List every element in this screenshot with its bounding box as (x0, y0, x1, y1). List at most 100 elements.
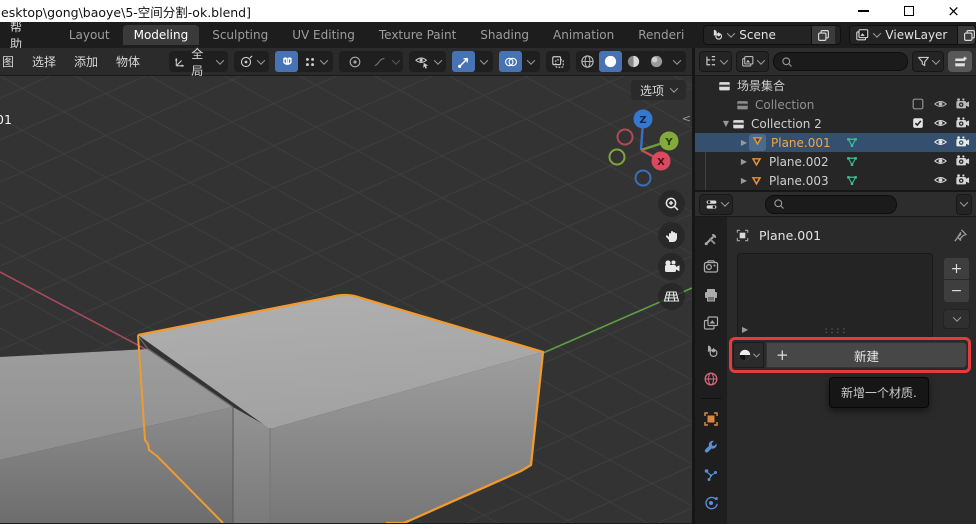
tab-modeling[interactable]: Modeling (123, 25, 200, 45)
hide-eye-toggle[interactable] (933, 116, 948, 133)
expand-arrow-icon[interactable]: ▶ (742, 325, 748, 334)
camera-view-button[interactable] (658, 253, 685, 280)
render-camera-toggle[interactable] (955, 154, 970, 171)
help-menu[interactable]: 帮助 (0, 18, 40, 52)
shading-material-button[interactable] (622, 51, 645, 72)
tab-world[interactable] (695, 365, 727, 393)
row-plane-003[interactable]: ▶ Plane.003 (695, 171, 976, 190)
exclude-checkbox[interactable] (911, 116, 925, 133)
sidebar-collapse-arrow[interactable]: < (682, 112, 691, 125)
selectability-dropdown[interactable] (409, 51, 446, 72)
viewlayer-duplicate-button[interactable] (957, 26, 976, 44)
hide-eye-toggle[interactable] (933, 135, 948, 152)
tab-tool[interactable] (695, 225, 727, 253)
ortho-toggle-button[interactable] (658, 283, 685, 310)
tab-modifiers[interactable] (695, 433, 727, 461)
shading-rendered-button[interactable] (645, 51, 668, 72)
row-collection-2[interactable]: ▼ Collection 2 (695, 114, 976, 133)
viewport-3d[interactable]: Z Y X 01 选项 < (0, 76, 692, 523)
render-camera-toggle[interactable] (955, 135, 970, 152)
show-gizmo-toggle[interactable] (452, 51, 475, 72)
gizmo-neg-z-axis[interactable] (636, 171, 651, 186)
row-plane-002[interactable]: ▶ Plane.002 (695, 152, 976, 171)
remove-material-slot-button[interactable]: − (943, 280, 970, 303)
row-plane-001[interactable]: ▶ Plane.001 (695, 133, 976, 152)
expand-arrow-icon[interactable]: ▼ (721, 119, 731, 128)
select-menu[interactable]: 选择 (23, 53, 65, 70)
snap-target-dropdown[interactable] (298, 51, 321, 72)
outliner-filter-dropdown[interactable] (912, 51, 944, 72)
render-camera-toggle[interactable] (955, 173, 970, 190)
tab-texture-paint[interactable]: Texture Paint (368, 25, 467, 45)
zoom-button[interactable] (658, 190, 685, 217)
tab-scene[interactable] (695, 337, 727, 365)
gizmo-neg-y-axis[interactable] (610, 150, 625, 165)
properties-search-input[interactable] (765, 195, 897, 214)
pivot-dropdown[interactable] (234, 51, 269, 72)
chevron-down-icon (757, 56, 765, 64)
hide-eye-toggle[interactable] (933, 173, 948, 190)
close-button[interactable]: × (931, 0, 976, 22)
viewlayer-browse-button[interactable] (850, 26, 885, 44)
view-menu[interactable]: 图 (0, 53, 23, 70)
scene-unlink-button[interactable]: × (835, 28, 841, 42)
row-collection[interactable]: Collection (695, 95, 976, 114)
tab-render[interactable] (695, 253, 727, 281)
outliner-search-input[interactable] (773, 52, 908, 71)
hide-eye-toggle[interactable] (933, 97, 948, 114)
object-menu[interactable]: 物体 (107, 53, 149, 70)
slot-specials-dropdown[interactable] (943, 309, 970, 329)
show-overlays-toggle[interactable] (499, 51, 522, 72)
tab-uv-editing[interactable]: UV Editing (281, 25, 366, 45)
expand-arrow-icon[interactable]: ▶ (739, 176, 749, 185)
viewlayer-name[interactable]: ViewLayer (885, 28, 957, 42)
scene-name[interactable]: Scene (739, 28, 811, 42)
properties-editor: Plane.001 ▶ : : : : + − (695, 192, 976, 524)
gizmo-neg-x-axis[interactable] (618, 130, 633, 145)
tab-animation[interactable]: Animation (542, 25, 625, 45)
add-menu[interactable]: 添加 (65, 53, 107, 70)
properties-options-dropdown[interactable] (956, 194, 972, 215)
pin-icon[interactable] (953, 228, 968, 243)
eye-icon (933, 97, 948, 111)
scene-browse-button[interactable] (704, 26, 739, 44)
minimize-button[interactable] (841, 0, 886, 22)
tab-particles[interactable] (695, 461, 727, 489)
tab-shading[interactable]: Shading (469, 25, 540, 45)
maximize-button[interactable] (886, 0, 931, 22)
options-dropdown[interactable]: 选项 (631, 80, 686, 100)
tab-physics[interactable] (695, 489, 727, 517)
pan-button[interactable] (658, 222, 685, 249)
new-collection-button[interactable] (948, 51, 972, 72)
tab-sculpting[interactable]: Sculpting (201, 25, 279, 45)
render-camera-toggle[interactable] (955, 97, 970, 114)
new-material-button[interactable]: + 新建 (766, 342, 967, 368)
browse-material-button[interactable] (733, 342, 764, 368)
expand-arrow-icon[interactable]: ▶ (739, 157, 749, 166)
scene-duplicate-button[interactable] (811, 26, 835, 44)
tab-layout[interactable]: Layout (58, 25, 121, 45)
exclude-checkbox[interactable] (911, 97, 925, 114)
snap-toggle[interactable] (275, 51, 298, 72)
properties-editor-type-button[interactable] (699, 194, 733, 215)
render-camera-toggle[interactable] (955, 116, 970, 133)
tab-output[interactable] (695, 281, 727, 309)
material-slot-list[interactable]: ▶ : : : : (737, 253, 933, 338)
xray-toggle[interactable] (546, 51, 570, 72)
slot-list-footer: ▶ : : : : (742, 323, 928, 336)
resize-grip[interactable]: : : : : (825, 326, 846, 336)
row-scene-collection[interactable]: 场景集合 (695, 76, 976, 95)
orientation-dropdown[interactable]: 全局 (169, 51, 228, 72)
add-material-slot-button[interactable]: + (943, 257, 970, 280)
falloff-dropdown[interactable] (368, 51, 391, 72)
shading-solid-button[interactable] (599, 51, 622, 72)
outliner-display-mode-button[interactable] (736, 51, 769, 72)
shading-wireframe-button[interactable] (576, 51, 599, 72)
outliner-editor-type-button[interactable] (699, 51, 732, 72)
tab-view-layer[interactable] (695, 309, 727, 337)
hide-eye-toggle[interactable] (933, 154, 948, 171)
expand-arrow-icon[interactable]: ▶ (739, 138, 749, 147)
tab-rendering[interactable]: Renderi (627, 25, 695, 45)
proportional-edit-toggle[interactable] (343, 51, 366, 72)
tab-object[interactable] (695, 405, 727, 433)
